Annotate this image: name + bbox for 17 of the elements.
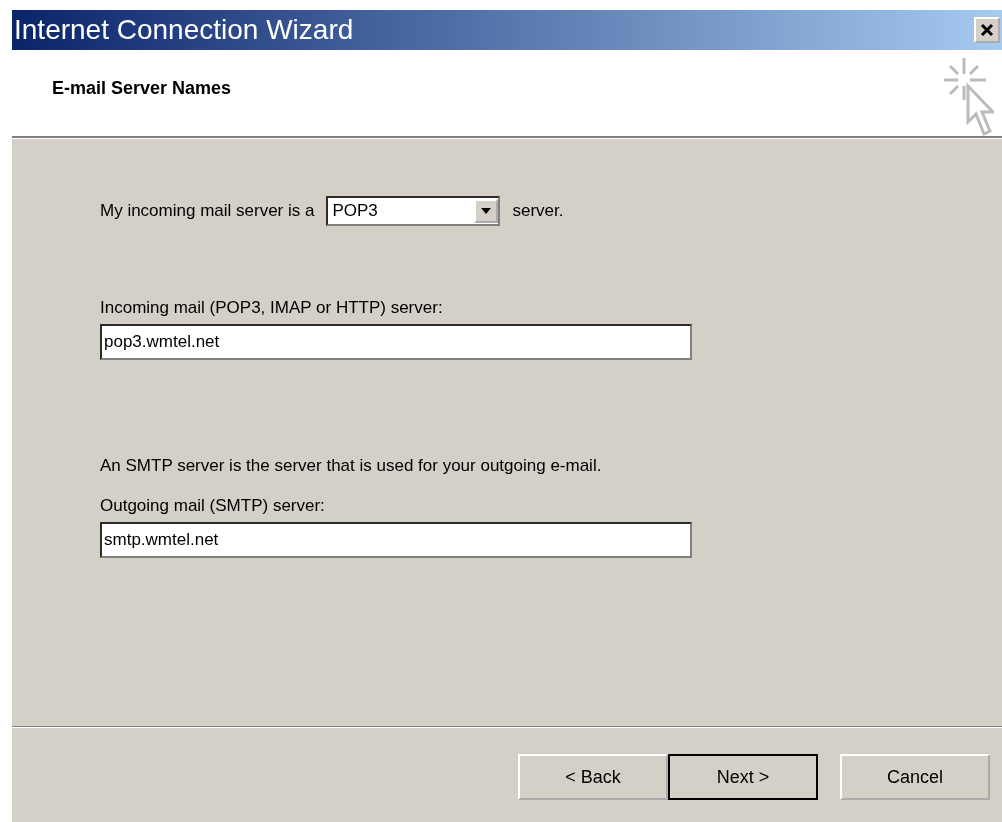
field-label: Incoming mail (POP3, IMAP or HTTP) server: <box>100 298 444 318</box>
close-button[interactable] <box>974 17 1000 43</box>
server-type-dropdown[interactable]: POP3 <box>326 196 501 226</box>
window-title: Internet Connection Wizard <box>14 14 354 46</box>
wizard-button[interactable]: < Back <box>518 754 668 800</box>
combo-suffix: server. <box>512 201 564 221</box>
wizard-button[interactable]: Next > <box>668 754 818 800</box>
input-field[interactable]: smtp.wmtel.net <box>100 522 692 558</box>
input-field[interactable]: pop3.wmtel.net <box>100 324 692 360</box>
field-label: Outgoing mail (SMTP) server: <box>100 496 326 516</box>
caret-icon <box>481 208 492 214</box>
dropdown-button[interactable] <box>474 199 499 223</box>
wizard-button[interactable]: Cancel <box>840 754 990 800</box>
description-text: An SMTP server is the server that is used for your outgoing e-mail. <box>100 456 603 476</box>
combo-label: My incoming mail server is a <box>100 201 315 221</box>
close-icon <box>980 23 994 37</box>
page-heading: E-mail Server Names <box>52 78 232 99</box>
